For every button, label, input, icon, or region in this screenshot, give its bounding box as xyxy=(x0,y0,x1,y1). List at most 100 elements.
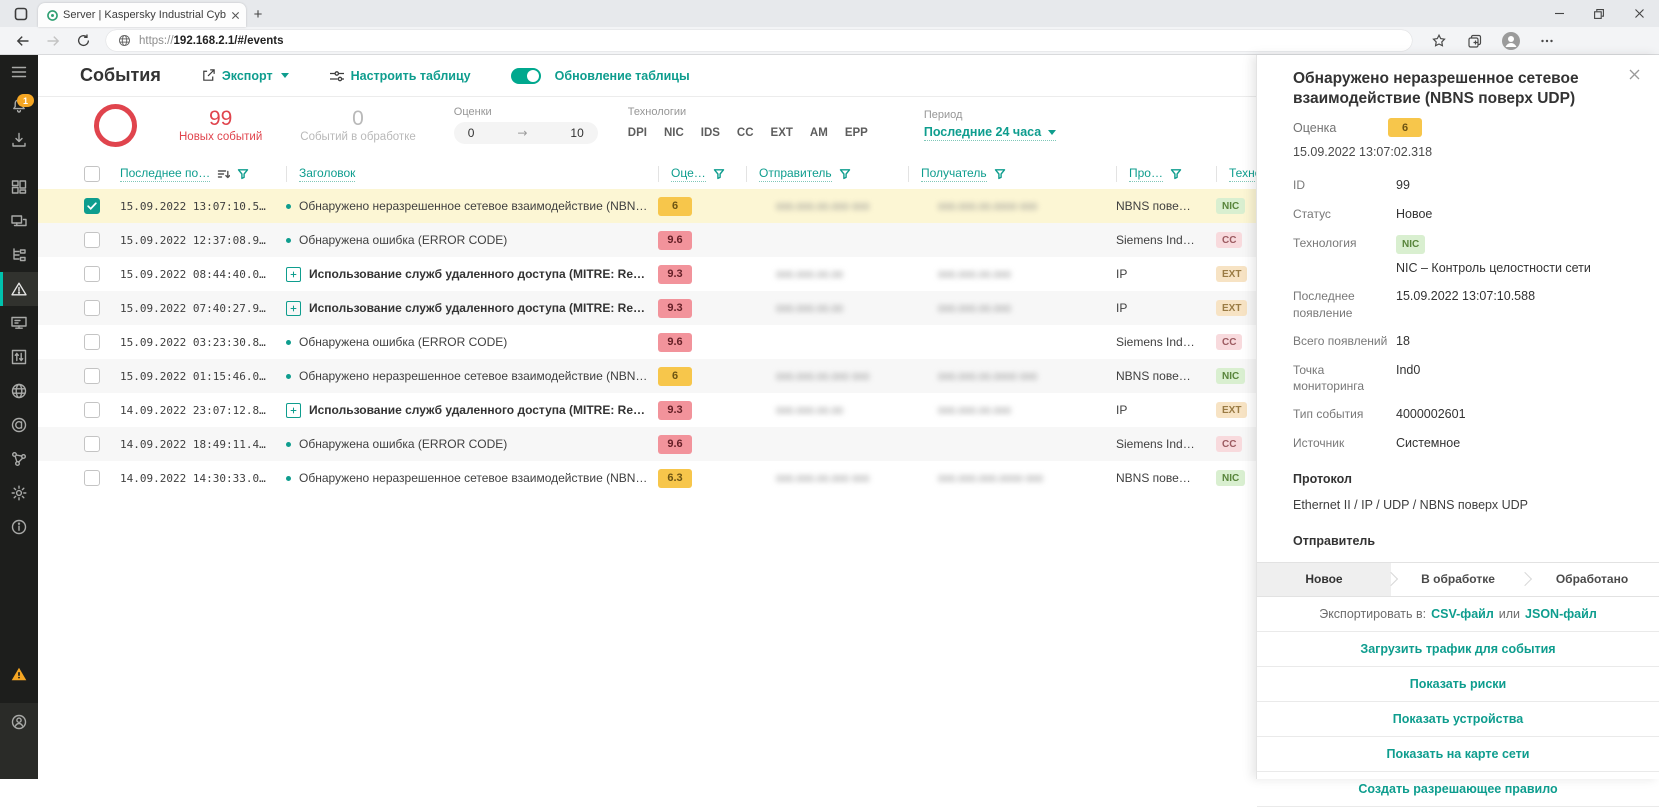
status-tab-1[interactable]: Новое xyxy=(1257,563,1391,596)
panel-action-link[interactable]: Показать на карте сети xyxy=(1386,747,1529,761)
new-events-counter[interactable]: 99 Новых событий xyxy=(179,108,262,143)
sidebar-item-notifications[interactable]: 1 xyxy=(0,89,38,123)
technology-chip-am[interactable]: AM xyxy=(810,127,828,139)
site-info-globe-icon[interactable] xyxy=(118,34,131,47)
technology-chip-nic[interactable]: NIC xyxy=(664,127,684,139)
new-tab-button[interactable]: + xyxy=(246,3,270,25)
window-restore-icon[interactable] xyxy=(1579,0,1619,27)
sidebar-item-settings[interactable] xyxy=(0,476,38,510)
filter-icon[interactable] xyxy=(1170,168,1182,180)
expand-plus-icon[interactable] xyxy=(286,301,301,316)
receiver-cell: 000.000.00.0000 000 xyxy=(908,199,1116,213)
score-max: 10 xyxy=(570,126,583,140)
receiver-cell: 000.000.00.000 xyxy=(908,403,1116,417)
score-range-control[interactable]: 0 → 10 xyxy=(454,122,598,144)
row-checkbox-cell xyxy=(84,470,120,486)
column-label-sender[interactable]: Отправитель xyxy=(759,166,832,182)
sidebar-item-account[interactable] xyxy=(0,703,38,779)
sidebar-item-network-map[interactable] xyxy=(0,374,38,408)
export-button[interactable]: Экспорт xyxy=(201,68,289,83)
sidebar-item-assets[interactable] xyxy=(0,204,38,238)
browser-tab[interactable]: Server | Kaspersky Industrial Cyb xyxy=(38,3,246,27)
refresh-icon[interactable] xyxy=(68,29,98,53)
sidebar-item-audit[interactable] xyxy=(0,408,38,442)
back-icon[interactable] xyxy=(8,29,38,53)
sidebar-item-hmi[interactable] xyxy=(0,306,38,340)
row-checkbox[interactable] xyxy=(84,436,100,452)
filter-icon[interactable] xyxy=(994,168,1006,180)
filter-icon[interactable] xyxy=(713,168,725,180)
column-header-score[interactable]: Оце… xyxy=(658,166,746,182)
panel-action-link[interactable]: Создать разрешающее правило xyxy=(1358,782,1557,796)
export-icon xyxy=(201,68,216,83)
row-checkbox[interactable] xyxy=(84,300,100,316)
column-header-protocol[interactable]: Про… xyxy=(1116,166,1216,182)
technology-chip-ids[interactable]: IDS xyxy=(701,127,720,139)
export-json-link[interactable]: JSON-файл xyxy=(1525,607,1597,621)
panel-action-link[interactable]: Показать устройства xyxy=(1393,712,1523,726)
expand-plus-icon[interactable] xyxy=(286,403,301,418)
status-tab-3[interactable]: Обработано xyxy=(1525,563,1659,596)
column-label-title[interactable]: Заголовок xyxy=(299,166,355,182)
technology-chip-cc[interactable]: CC xyxy=(737,127,754,139)
score-min: 0 xyxy=(468,126,475,140)
close-icon[interactable] xyxy=(1625,65,1643,83)
technology-chip-dpi[interactable]: DPI xyxy=(628,127,647,139)
sidebar-item-license-warning[interactable] xyxy=(0,657,38,691)
browser-menu-icon[interactable] xyxy=(1532,29,1562,53)
sidebar-item-events[interactable] xyxy=(0,272,38,306)
detail-row: Тип события4000002601 xyxy=(1293,406,1623,423)
column-header-sender[interactable]: Отправитель xyxy=(746,166,908,182)
sidebar-item-download[interactable] xyxy=(0,123,38,157)
row-checkbox[interactable] xyxy=(84,368,100,384)
profile-avatar[interactable] xyxy=(1496,29,1526,53)
sidebar-item-about[interactable] xyxy=(0,510,38,544)
row-checkbox[interactable] xyxy=(84,232,100,248)
sender-cell: 000.000.00.000 000 xyxy=(746,369,908,383)
tab-actions-icon[interactable] xyxy=(8,3,34,25)
column-header-time[interactable]: Последнее по… xyxy=(120,166,286,182)
column-header-receiver[interactable]: Получатель xyxy=(908,166,1116,182)
row-checkbox[interactable] xyxy=(84,470,100,486)
forward-icon[interactable] xyxy=(38,29,68,53)
notification-badge: 1 xyxy=(17,94,34,107)
expand-plus-icon[interactable] xyxy=(286,267,301,282)
sidebar-item-menu[interactable] xyxy=(0,55,38,89)
column-label-time[interactable]: Последнее по… xyxy=(120,166,210,182)
sidebar-item-process-tree[interactable] xyxy=(0,238,38,272)
processing-events-counter[interactable]: 0 Событий в обработке xyxy=(300,108,416,143)
panel-action-link[interactable]: Показать риски xyxy=(1410,677,1506,691)
row-checkbox-cell xyxy=(84,368,120,384)
favorites-star-icon[interactable] xyxy=(1424,29,1454,53)
status-tab-2[interactable]: В обработке xyxy=(1391,563,1525,596)
sidebar-item-dashboard[interactable] xyxy=(0,170,38,204)
filter-icon[interactable] xyxy=(839,168,851,180)
detail-value-text: 15.09.2022 13:07:10.588 xyxy=(1396,288,1535,305)
row-checkbox[interactable] xyxy=(84,402,100,418)
collections-icon[interactable] xyxy=(1460,29,1490,53)
event-title-cell: Использование служб удаленного доступа (… xyxy=(286,301,658,316)
sidebar-item-ports[interactable] xyxy=(0,340,38,374)
sidebar-item-topology[interactable] xyxy=(0,442,38,476)
column-label-receiver[interactable]: Получатель xyxy=(921,166,987,182)
column-header-title[interactable]: Заголовок xyxy=(286,166,658,182)
panel-action-link[interactable]: Загрузить трафик для события xyxy=(1360,642,1555,656)
select-all-checkbox[interactable] xyxy=(84,166,100,182)
period-selector[interactable]: Последние 24 часа xyxy=(924,125,1056,141)
export-csv-link[interactable]: CSV-файл xyxy=(1431,607,1494,621)
filter-icon[interactable] xyxy=(237,168,249,180)
column-label-protocol[interactable]: Про… xyxy=(1129,166,1163,182)
tab-close-icon[interactable] xyxy=(231,11,240,20)
sort-icon[interactable] xyxy=(217,168,230,180)
column-label-score[interactable]: Оце… xyxy=(671,166,706,182)
row-checkbox[interactable] xyxy=(84,334,100,350)
address-bar[interactable]: https:// 192.168.2.1/#/events xyxy=(106,30,1412,51)
row-checkbox[interactable] xyxy=(84,266,100,282)
window-minimize-icon[interactable] xyxy=(1539,0,1579,27)
configure-table-button[interactable]: Настроить таблицу xyxy=(329,69,471,83)
auto-refresh-toggle[interactable] xyxy=(511,68,541,84)
technology-chip-ext[interactable]: EXT xyxy=(771,127,793,139)
window-close-icon[interactable] xyxy=(1619,0,1659,27)
row-checkbox[interactable] xyxy=(84,198,100,214)
technology-chip-epp[interactable]: EPP xyxy=(845,127,868,139)
